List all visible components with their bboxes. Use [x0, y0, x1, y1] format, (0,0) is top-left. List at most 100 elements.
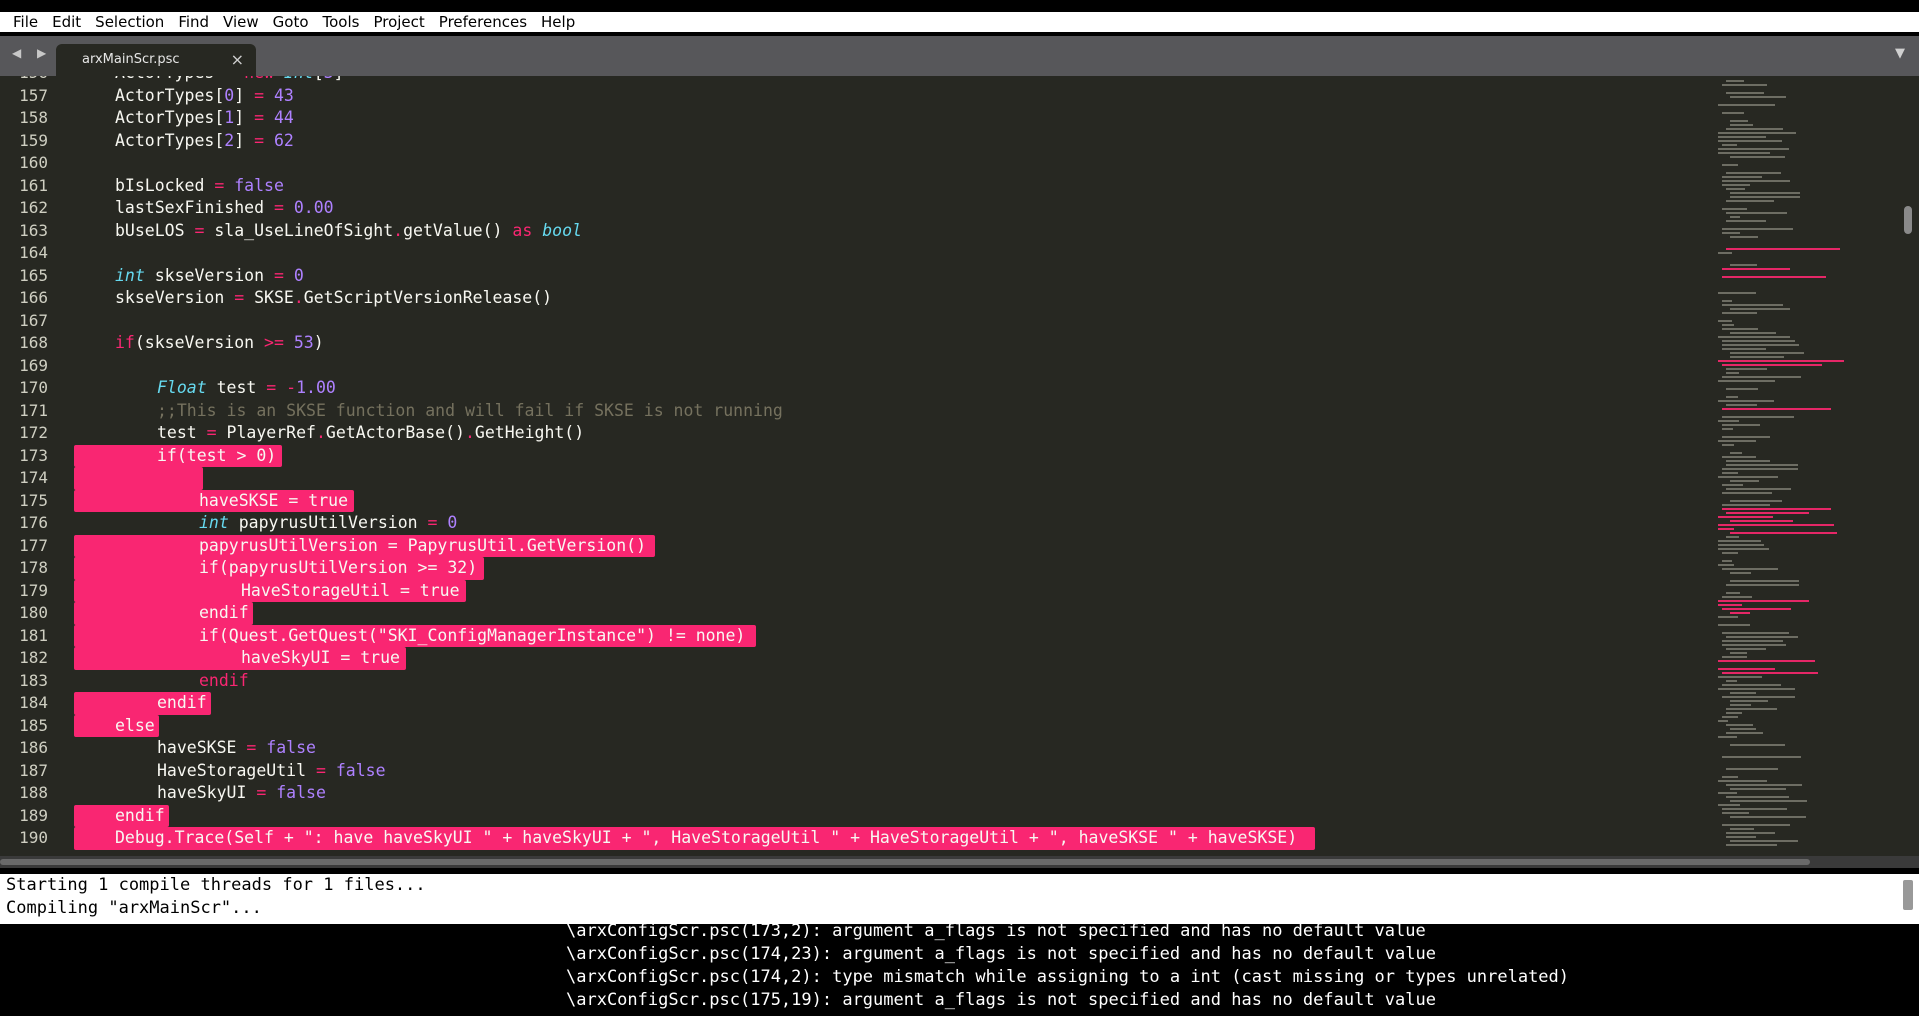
menu-tools[interactable]: Tools [316, 12, 367, 32]
minimap-line [1718, 440, 1756, 442]
code-token: 1 [224, 108, 235, 127]
output-scrollbar[interactable] [1903, 880, 1913, 910]
minimap-line [1722, 568, 1778, 570]
code-token: 2 [224, 130, 235, 150]
minimap-line [1722, 608, 1791, 610]
minimap-line [1730, 452, 1742, 454]
minimap-line [1722, 324, 1734, 326]
code-line: Debug.Trace(Self + ": have haveSkyUI " +… [115, 827, 1297, 850]
minimap-line [1718, 524, 1834, 526]
minimap-line [1726, 636, 1798, 638]
minimap-line [1718, 516, 1773, 518]
minimap-line [1722, 84, 1767, 86]
minimap[interactable] [1712, 76, 1902, 856]
code-token: sla_UseLineOfSight [204, 220, 394, 240]
code-token: skseVersion [115, 288, 235, 307]
code-token: papyrusUtilVersion [228, 513, 428, 532]
vertical-scrollbar[interactable] [1904, 206, 1912, 234]
minimap-line [1718, 292, 1756, 294]
code-token: = [254, 85, 265, 105]
code-token: papyrusUtilVersion = PapyrusUtil.GetVers… [199, 535, 647, 555]
code-token: [ [314, 76, 324, 82]
code-token: = [194, 220, 205, 240]
minimap-line [1730, 652, 1747, 654]
minimap-line [1718, 476, 1778, 478]
minimap-line [1718, 528, 1734, 530]
minimap-line [1718, 540, 1761, 542]
minimap-line [1726, 836, 1756, 838]
code-line: endif [199, 670, 249, 693]
tab-nav-arrows-icon[interactable]: ◀ ▶ [12, 46, 52, 60]
menu-goto[interactable]: Goto [266, 12, 316, 32]
code-token: . [393, 220, 404, 240]
code-token: ActorTypes [115, 76, 224, 82]
minimap-line [1726, 584, 1799, 586]
code-token: else [115, 715, 155, 735]
code-token: endif [157, 693, 207, 712]
minimap-line [1722, 640, 1783, 642]
code-token: = [224, 76, 234, 82]
code-token: = [315, 760, 326, 780]
minimap-line [1722, 468, 1798, 470]
code-line: if(papyrusUtilVersion >= 32) [199, 557, 477, 580]
code-token: = [214, 175, 225, 195]
minimap-line [1722, 176, 1762, 178]
minimap-line [1722, 144, 1737, 146]
code-token: endif [115, 805, 165, 825]
minimap-line [1730, 704, 1751, 706]
tab-arxmainscr[interactable]: arxMainScr.psc × [56, 44, 256, 76]
chevron-down-icon[interactable]: ▼ [1895, 46, 1905, 61]
menu-edit[interactable]: Edit [45, 12, 88, 32]
code-editor[interactable]: 1561571581591601611621631641651661671681… [0, 76, 1919, 856]
menu-selection[interactable]: Selection [88, 12, 171, 32]
code-line: ActorTypes[2] = 62 [115, 130, 294, 153]
menu-bar: File Edit Selection Find View Goto Tools Projec… [0, 12, 1919, 32]
code-line: ;;This is an SKSE function and will fail… [157, 400, 783, 423]
code-token: = [427, 513, 438, 532]
minimap-line [1730, 480, 1759, 482]
code-token: bool [542, 220, 582, 240]
minimap-line [1730, 264, 1757, 266]
minimap-line [1730, 532, 1837, 534]
horizontal-scrollbar-thumb[interactable] [0, 859, 1810, 865]
minimap-line [1722, 232, 1740, 234]
minimap-line [1722, 672, 1818, 674]
minimap-line [1722, 444, 1734, 446]
code-token: = [206, 423, 217, 442]
minimap-line [1726, 536, 1739, 538]
menu-file[interactable]: File [6, 12, 45, 32]
close-icon[interactable]: × [231, 50, 244, 69]
code-line: ActorTypes = new Int[3] [115, 76, 344, 85]
minimap-line [1730, 572, 1751, 574]
menu-project[interactable]: Project [366, 12, 431, 32]
minimap-line [1718, 152, 1770, 154]
output-line: \arxConfigScr.psc(174,2): type mismatch … [566, 967, 1570, 987]
code-token: ActorTypes[ [115, 130, 225, 150]
minimap-line [1722, 300, 1732, 302]
minimap-line [1718, 792, 1737, 794]
menu-help[interactable]: Help [534, 12, 582, 32]
code-line: haveSKSE = true [199, 490, 348, 513]
minimap-line [1726, 732, 1763, 734]
menu-view[interactable]: View [216, 12, 266, 32]
code-area[interactable]: ActorTypes = new Int[3]ActorTypes[0] = 4… [0, 76, 1710, 856]
menu-preferences[interactable]: Preferences [432, 12, 534, 32]
minimap-line [1726, 396, 1738, 398]
minimap-line [1730, 332, 1776, 334]
code-token: ) [313, 333, 324, 352]
code-token: - [286, 378, 297, 397]
menu-find[interactable]: Find [171, 12, 216, 32]
code-token: endif [199, 670, 249, 690]
horizontal-scrollbar[interactable] [0, 856, 1919, 868]
minimap-line [1722, 340, 1795, 342]
minimap-line [1726, 592, 1740, 594]
code-token: 43 [273, 85, 294, 105]
output-panel[interactable]: Starting 1 compile threads for 1 files..… [0, 868, 1919, 1016]
code-line: ActorTypes[1] = 44 [115, 107, 294, 130]
code-line: haveSKSE = false [157, 737, 316, 760]
code-token: haveSKSE [157, 738, 247, 757]
